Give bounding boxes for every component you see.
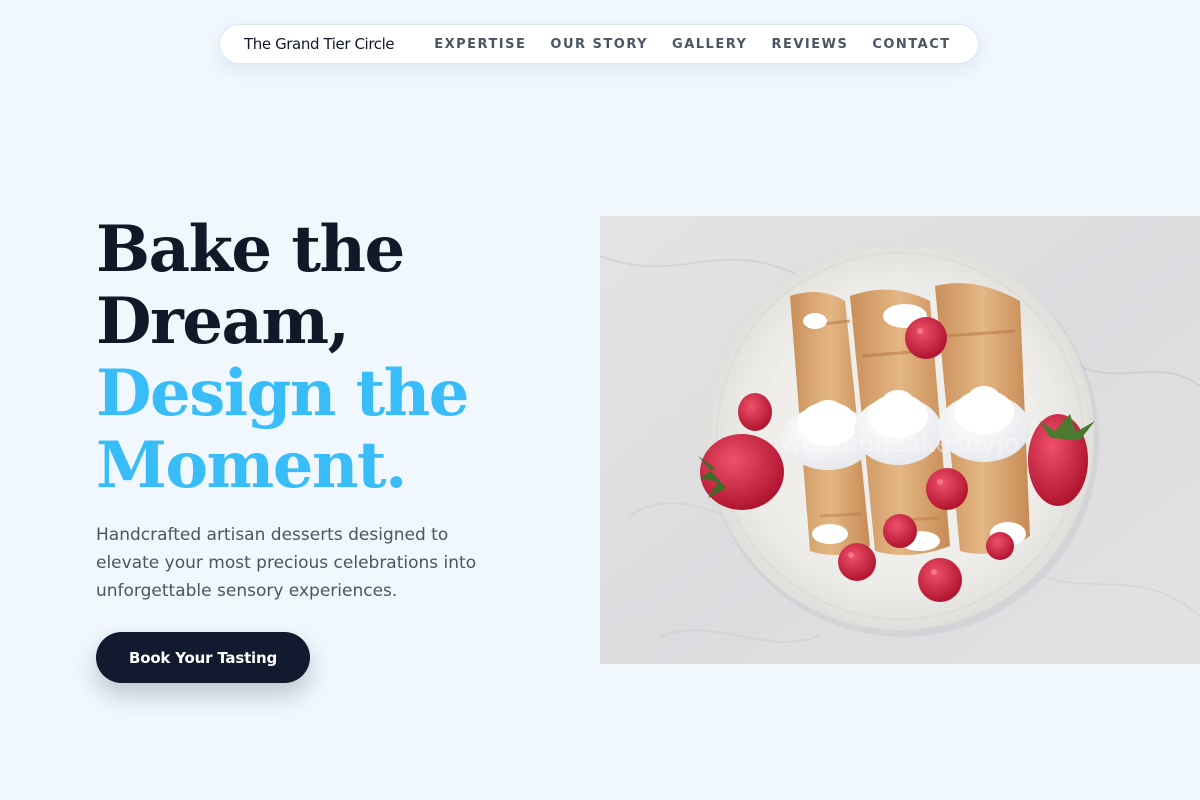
nav-link-gallery[interactable]: GALLERY bbox=[672, 37, 747, 52]
hero-description: Handcrafted artisan desserts designed to… bbox=[96, 525, 477, 601]
nav-link-expertise[interactable]: EXPERTISE bbox=[434, 37, 526, 52]
hero-dessert-image: weddingcakesbyjo bbox=[600, 216, 1200, 664]
hero-title: Bake the Dream, Design the Moment. bbox=[96, 212, 469, 503]
hero-title-line-1: Bake the bbox=[96, 212, 405, 287]
image-watermark: weddingcakesbyjo bbox=[780, 429, 1019, 459]
book-tasting-button[interactable]: Book Your Tasting bbox=[96, 632, 310, 683]
hero-title-line-3: Design the bbox=[96, 356, 469, 431]
nav-link-contact[interactable]: CONTACT bbox=[872, 37, 950, 52]
brand-logo[interactable]: The Grand Tier Circle bbox=[244, 35, 395, 53]
top-navigation: The Grand Tier Circle EXPERTISE OUR STOR… bbox=[219, 24, 979, 64]
nav-links: EXPERTISE OUR STORY GALLERY REVIEWS CONT… bbox=[434, 37, 950, 52]
hero-title-line-2: Dream, bbox=[96, 284, 350, 359]
hero-title-line-4: Moment. bbox=[96, 428, 407, 503]
nav-link-our-story[interactable]: OUR STORY bbox=[550, 37, 648, 52]
nav-link-reviews[interactable]: REVIEWS bbox=[771, 37, 848, 52]
landing-page: The Grand Tier Circle EXPERTISE OUR STOR… bbox=[0, 0, 1200, 800]
